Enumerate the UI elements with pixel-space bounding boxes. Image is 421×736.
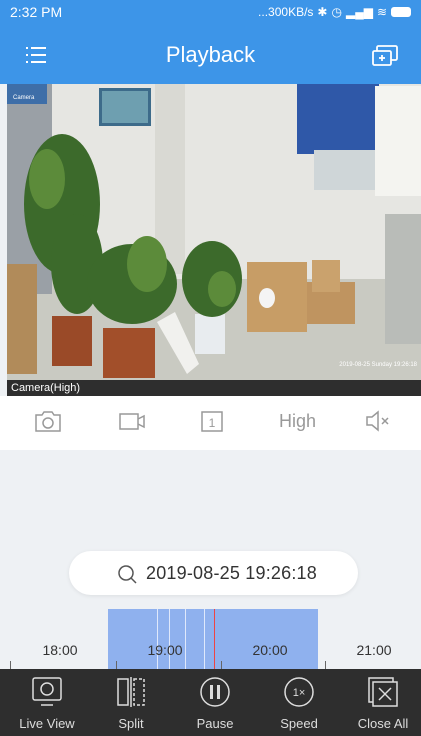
speed-label: Speed [280, 716, 318, 731]
bluetooth-icon: ✱ [317, 5, 328, 19]
pause-button[interactable]: Pause [173, 669, 257, 736]
datetime-value: 2019-08-25 19:26:18 [146, 563, 317, 583]
osd-camera-name: Camera [13, 95, 35, 101]
speed-button[interactable]: 1× Speed [257, 669, 341, 736]
channel-number: 1 [209, 416, 216, 430]
split-label: Split [118, 716, 144, 731]
recording-marker [157, 609, 158, 669]
tick [221, 661, 222, 669]
status-bar: 2:32 PM ...300KB/s ✱ ◷ ▂▄▆ ≋ [0, 0, 421, 24]
channel-icon[interactable]: 1 [200, 408, 224, 434]
svg-text:1×: 1× [293, 687, 306, 699]
tick [116, 661, 117, 669]
signal-icon: ▂▄▆ [345, 5, 373, 19]
wifi-icon: ≋ [376, 5, 387, 19]
alarm-icon: ◷ [331, 5, 342, 19]
live-view-label: Live View [19, 716, 75, 731]
network-speed: ...300KB/s [258, 5, 314, 19]
recording-marker [185, 609, 186, 669]
datetime-search[interactable]: 2019-08-25 19:26:18 [69, 551, 358, 595]
status-indicators: ...300KB/s ✱ ◷ ▂▄▆ ≋ [258, 5, 411, 19]
app-header: Playback [0, 24, 421, 84]
recording-marker [169, 609, 170, 669]
recording-range [108, 609, 318, 669]
bottom-nav: Live View Split Pause 1× Speed Close All [0, 669, 421, 736]
page-title: Playback [165, 42, 256, 67]
recording-marker [204, 609, 205, 669]
record-icon[interactable] [117, 408, 147, 434]
tick [325, 661, 326, 669]
cast-icon[interactable] [371, 44, 401, 68]
osd-timestamp: 2019-08-25 Sunday 19:26:18 [339, 362, 417, 368]
pause-icon [200, 677, 230, 707]
pause-label: Pause [196, 716, 234, 731]
video-player[interactable]: Camera 2019-08-25 Sunday 19:26:18 Camera… [7, 84, 421, 396]
speed-icon: 1× [284, 677, 314, 707]
timeline[interactable]: 18:00 19:00 20:00 21:00 [0, 609, 421, 669]
live-view-button[interactable]: Live View [5, 669, 89, 736]
time-label: 21:00 [356, 642, 392, 658]
time-label: 18:00 [42, 642, 78, 658]
close-all-label: Close All [357, 716, 409, 731]
quality-toggle[interactable]: High [279, 411, 316, 432]
time-label: 19:00 [147, 642, 183, 658]
status-time: 2:32 PM [10, 4, 63, 20]
mute-icon[interactable] [364, 408, 394, 434]
split-icon [117, 677, 145, 707]
tick [10, 661, 11, 669]
playback-controls: 1 High [0, 396, 421, 450]
search-icon [118, 565, 137, 584]
camera-label: Camera(High) [11, 382, 81, 394]
close-all-icon [368, 677, 398, 707]
time-label: 20:00 [252, 642, 288, 658]
close-all-button[interactable]: Close All [341, 669, 421, 736]
snapshot-icon[interactable] [33, 408, 63, 434]
battery-icon [391, 7, 411, 17]
monitor-icon [32, 677, 62, 706]
camera-feed [7, 84, 421, 396]
current-time-marker [214, 609, 215, 669]
split-button[interactable]: Split [89, 669, 173, 736]
